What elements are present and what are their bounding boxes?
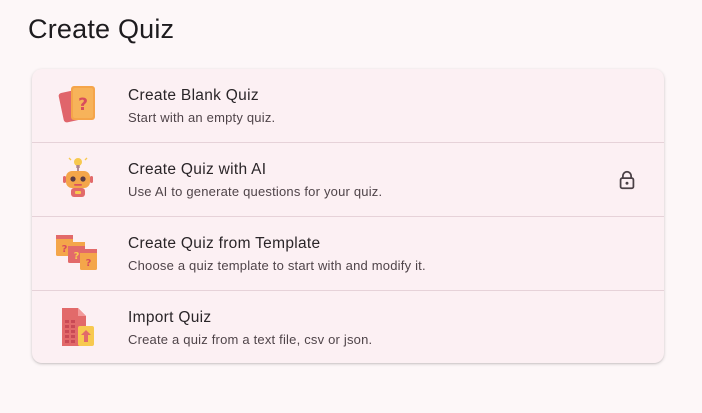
ai-robot-icon (63, 157, 93, 197)
template-cards-icon: ? ? ? (56, 235, 97, 270)
option-subtitle: Choose a quiz template to start with and… (128, 258, 426, 273)
import-quiz-option[interactable]: Import Quiz Create a quiz from a text fi… (32, 291, 664, 363)
create-quiz-with-ai-option[interactable]: Create Quiz with AI Use AI to generate q… (32, 143, 664, 217)
svg-text:?: ? (62, 244, 68, 255)
svg-text:?: ? (78, 95, 88, 115)
create-options-card: ? Create Blank Quiz Start with an empty … (32, 69, 664, 363)
svg-text:?: ? (86, 258, 92, 269)
option-title: Create Quiz from Template (128, 235, 321, 252)
option-subtitle: Create a quiz from a text file, csv or j… (128, 332, 373, 347)
create-quiz-page: Create Quiz ? Create Blank Quiz Start wi… (0, 0, 702, 413)
option-subtitle: Start with an empty quiz. (128, 110, 276, 125)
page-title: Create Quiz (28, 14, 175, 44)
create-quiz-from-template-option[interactable]: ? ? ? Create Quiz from Template Choose a… (32, 217, 664, 291)
option-title: Create Blank Quiz (128, 87, 259, 104)
blank-quiz-cards-icon: ? (58, 86, 95, 123)
lock-icon (619, 170, 635, 190)
option-title: Create Quiz with AI (128, 161, 267, 178)
option-title: Import Quiz (128, 309, 212, 326)
create-blank-quiz-option[interactable]: ? Create Blank Quiz Start with an empty … (32, 69, 664, 143)
svg-text:?: ? (74, 251, 80, 262)
import-file-icon (62, 308, 94, 346)
option-subtitle: Use AI to generate questions for your qu… (128, 184, 383, 199)
